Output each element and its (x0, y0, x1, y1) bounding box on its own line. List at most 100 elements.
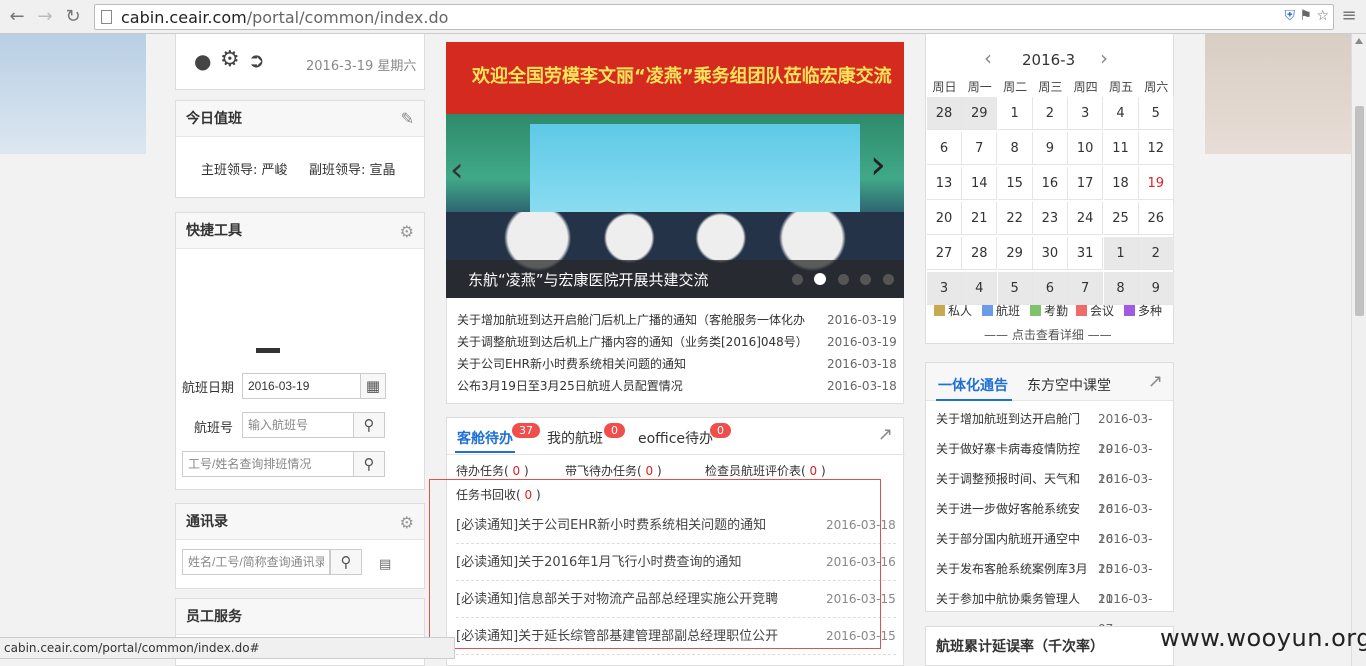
page-scrollbar[interactable] (1351, 34, 1366, 666)
gear-icon[interactable]: ⚙ (400, 513, 414, 532)
logout-icon[interactable]: ➲ (248, 48, 265, 72)
notice-item[interactable]: 关于部分国内航班开通空中 2016-03-15 (936, 524, 1166, 576)
chevron-left-icon[interactable]: ‹ (984, 46, 992, 70)
calendar-day[interactable]: 8 (997, 132, 1033, 165)
calendar-day[interactable]: 11 (1103, 132, 1139, 165)
calendar-day[interactable]: 22 (997, 202, 1033, 235)
tab-my-flights[interactable]: 我的航班 (547, 428, 603, 448)
calendar-day[interactable]: 19 (1138, 167, 1174, 200)
tab-eastern-sky-class[interactable]: 东方空中课堂 (1027, 375, 1111, 395)
calendar-day[interactable]: 13 (927, 167, 962, 200)
news-item[interactable]: 关于增加航班到达开启舱门后机上广播的通知（客舱服务一体化办 2016-03-19 (457, 309, 897, 331)
notice-item[interactable]: 关于发布客舱系统案例库3月 2016-03-11 (936, 554, 1166, 606)
flight-date-input[interactable] (242, 373, 362, 399)
notice-item[interactable]: 关于进一步做好客舱系统安 2016-03-16 (936, 494, 1166, 546)
calendar-day[interactable]: 20 (927, 202, 962, 235)
edit-icon[interactable]: ✎ (401, 109, 414, 128)
schedule-search-input[interactable] (182, 451, 354, 477)
scroll-thumb[interactable] (1355, 106, 1364, 316)
calendar-day[interactable]: 4 (962, 272, 998, 305)
carousel-dot[interactable] (792, 274, 803, 285)
search-icon[interactable]: ⚲ (353, 451, 385, 477)
shield-icon[interactable]: ⛨ (1284, 8, 1295, 24)
carousel-dot[interactable] (838, 274, 849, 285)
tab-cabin-todo[interactable]: 客舱待办 (457, 428, 513, 448)
calendar-day[interactable]: 12 (1138, 132, 1174, 165)
calendar-day[interactable]: 31 (1068, 237, 1104, 270)
calendar-day[interactable]: 16 (1032, 167, 1068, 200)
calendar-day[interactable]: 7 (1068, 272, 1104, 305)
calendar-detail-link[interactable]: —— 点击查看详细 —— (984, 326, 1112, 343)
external-link-icon[interactable]: ↗ (878, 424, 893, 445)
chevron-right-icon[interactable]: › (1100, 46, 1108, 70)
notice-item[interactable]: 关于参加中航协乘务管理人2016-03-07 (936, 584, 1166, 636)
calendar-day[interactable]: 2 (1032, 97, 1068, 130)
calendar-day[interactable]: 2 (1138, 237, 1174, 270)
calendar-icon[interactable]: ▦ (360, 373, 386, 399)
task-link-escort-todo[interactable]: 带飞待办任务( 0 ) (565, 462, 662, 479)
calendar-day[interactable]: 23 (1032, 202, 1068, 235)
scroll-up-icon[interactable] (1355, 38, 1363, 44)
calendar-day[interactable]: 27 (927, 237, 962, 270)
address-bar[interactable]: cabin.ceair.com/portal/common/index.do ⛨… (94, 4, 1334, 30)
chevron-left-icon[interactable]: ‹ (450, 150, 464, 190)
calendar-day[interactable]: 15 (997, 167, 1033, 200)
star-icon[interactable]: ☆ (1316, 8, 1329, 24)
tab-integrated-notice[interactable]: 一体化通告 (938, 375, 1008, 395)
task-link-todo[interactable]: 待办任务( 0 ) (456, 462, 529, 479)
search-icon[interactable]: ⚲ (330, 549, 362, 575)
news-item[interactable]: 公布3月19日至3月25日航班人员配置情况 2016-03-18 (457, 375, 897, 397)
calendar-day[interactable]: 24 (1068, 202, 1104, 235)
calendar-day[interactable]: 28 (927, 97, 962, 130)
banner-carousel[interactable]: 欢迎全国劳模李文丽“凌燕”乘务组团队莅临宏康交流服务工作 ‹ › 东航“凌燕”与… (446, 42, 904, 298)
calendar-day[interactable]: 4 (1103, 97, 1139, 130)
flight-no-input[interactable] (242, 412, 354, 438)
calendar-day[interactable]: 14 (962, 167, 998, 200)
tab-eoffice-todo[interactable]: eoffice待办 (638, 428, 713, 448)
calendar-day[interactable]: 5 (997, 272, 1033, 305)
forward-icon[interactable]: → (34, 6, 56, 28)
calendar-day[interactable]: 17 (1068, 167, 1104, 200)
external-link-icon[interactable]: ↗ (1148, 371, 1163, 392)
calendar-day[interactable]: 28 (962, 237, 998, 270)
calendar-day[interactable]: 1 (1103, 237, 1139, 270)
carousel-dot[interactable] (860, 274, 871, 285)
gear-icon[interactable]: ⚙ (400, 222, 414, 241)
search-icon[interactable]: ⚲ (353, 412, 385, 438)
notice-item[interactable]: 关于增加航班到达开启舱门 2016-03-19 (936, 404, 1166, 456)
chevron-right-icon[interactable]: › (870, 142, 886, 188)
calendar-day[interactable]: 10 (1068, 132, 1104, 165)
calendar-day[interactable]: 21 (962, 202, 998, 235)
carousel-dot[interactable] (883, 274, 894, 285)
calendar-day[interactable]: 6 (1032, 272, 1068, 305)
notice-item[interactable]: 关于调整预报时间、天气和 2016-03-16 (936, 464, 1166, 516)
extension-icons[interactable]: ⛨ ⚑ ☆ (1284, 8, 1329, 24)
settings-icon[interactable]: ⚙ (220, 47, 240, 72)
reload-icon[interactable]: ↻ (62, 6, 84, 28)
calendar-day[interactable]: 9 (1032, 132, 1068, 165)
banner-caption[interactable]: 东航“凌燕”与宏康医院开展共建交流 (468, 269, 709, 290)
news-item[interactable]: 关于公司EHR新小时费系统相关问题的通知 2016-03-18 (457, 353, 897, 375)
menu-icon[interactable]: ≡ (1338, 5, 1360, 27)
calendar-day[interactable]: 29 (962, 97, 998, 130)
calendar-day[interactable]: 9 (1138, 272, 1174, 305)
contacts-search-input[interactable] (182, 549, 330, 575)
calendar-day[interactable]: 3 (1068, 97, 1104, 130)
calendar-day[interactable]: 5 (1138, 97, 1174, 130)
carousel-dot-active[interactable] (814, 273, 826, 285)
calendar-day[interactable]: 26 (1138, 202, 1174, 235)
calendar-day[interactable]: 6 (927, 132, 962, 165)
notice-item[interactable]: 关于做好寨卡病毒疫情防控 2016-03-16 (936, 434, 1166, 486)
address-book-icon[interactable]: ▤ (379, 557, 391, 572)
back-icon[interactable]: ← (6, 6, 28, 28)
news-item[interactable]: 关于调整航班到达后机上广播内容的通知（业务类[2016]048号） 2016-03… (457, 331, 897, 353)
calendar-day[interactable]: 3 (927, 272, 962, 305)
user-icon[interactable]: ● (194, 49, 211, 73)
calendar-day[interactable]: 1 (997, 97, 1033, 130)
calendar-day[interactable]: 25 (1103, 202, 1139, 235)
calendar-day[interactable]: 18 (1103, 167, 1139, 200)
extension-icon[interactable]: ⚑ (1299, 8, 1312, 24)
calendar-day[interactable]: 8 (1103, 272, 1139, 305)
task-link-inspector-review[interactable]: 检查员航班评价表( 0 ) (705, 462, 826, 479)
calendar-day[interactable]: 7 (962, 132, 998, 165)
